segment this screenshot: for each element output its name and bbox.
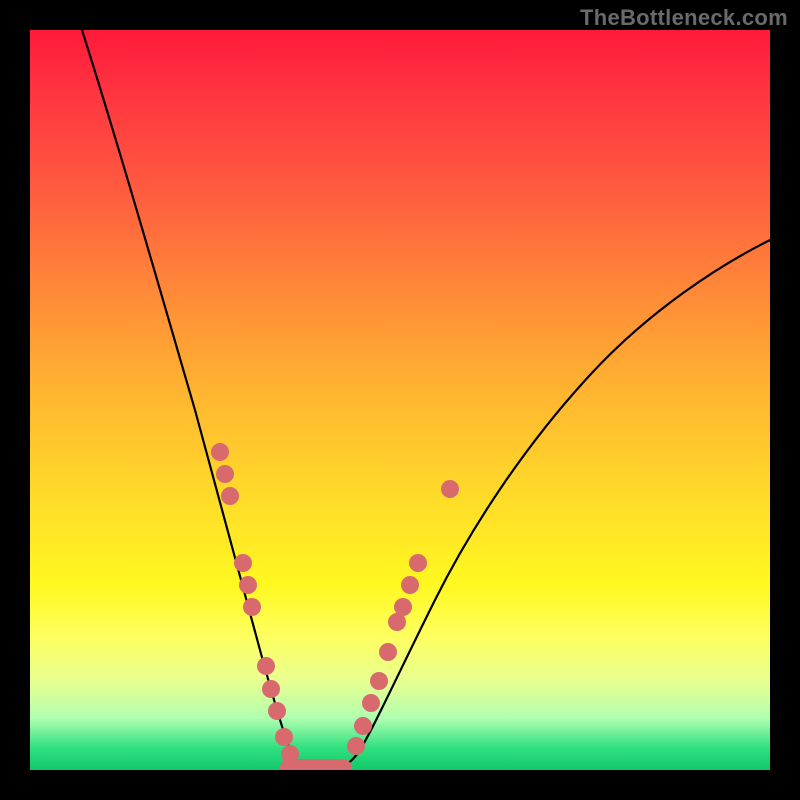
marker-dot [347, 737, 365, 755]
marker-dot [268, 702, 286, 720]
marker-dot [379, 643, 397, 661]
marker-dot [243, 598, 261, 616]
plot-area [30, 30, 770, 770]
marker-dot [281, 745, 299, 763]
marker-dot [216, 465, 234, 483]
chart-frame: TheBottleneck.com [0, 0, 800, 800]
marker-dot [401, 576, 419, 594]
left-branch-markers [211, 443, 286, 720]
marker-dot [441, 480, 459, 498]
marker-dot [221, 487, 239, 505]
marker-dot [211, 443, 229, 461]
marker-dot [262, 680, 280, 698]
marker-dot [370, 672, 388, 690]
marker-dot [275, 728, 293, 746]
marker-dot [354, 717, 372, 735]
marker-dot [239, 576, 257, 594]
marker-dot [257, 657, 275, 675]
marker-dot [388, 613, 406, 631]
attribution-text: TheBottleneck.com [580, 5, 788, 31]
marker-dot [234, 554, 252, 572]
marker-dot [362, 694, 380, 712]
curve-layer [30, 30, 770, 770]
right-branch-markers [354, 480, 459, 735]
marker-dot [409, 554, 427, 572]
bottleneck-curve [82, 30, 770, 768]
